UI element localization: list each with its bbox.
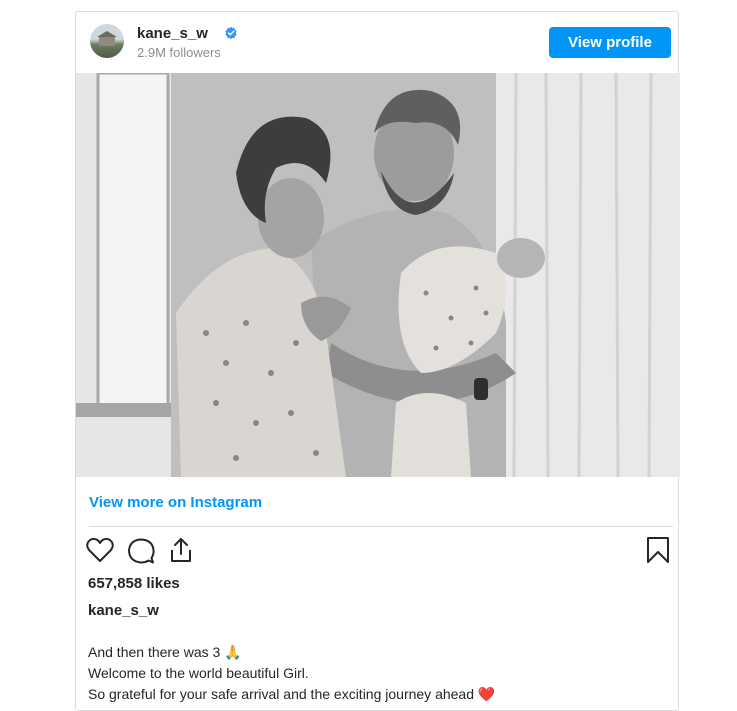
view-more-on-instagram-link[interactable]: View more on Instagram — [89, 494, 262, 511]
followers-count: 2.9M followers — [137, 45, 221, 60]
divider — [89, 526, 673, 527]
caption-line: And then there was 3 🙏 — [88, 644, 242, 660]
caption-line: Welcome to the world beautiful Girl. — [88, 665, 309, 681]
bookmark-icon[interactable] — [646, 536, 670, 564]
family-photo-image — [76, 73, 680, 477]
post-caption: And then there was 3 🙏 Welcome to the wo… — [88, 642, 495, 705]
post-header: kane_s_w 2.9M followers View profile — [76, 12, 680, 73]
instagram-embed-card: kane_s_w 2.9M followers View profile Vie… — [75, 11, 680, 711]
profile-avatar[interactable] — [90, 24, 124, 58]
heart-icon[interactable] — [86, 537, 114, 563]
likes-count[interactable]: 657,858 likes — [88, 575, 180, 592]
view-profile-button[interactable]: View profile — [549, 27, 671, 58]
avatar-photo-scene — [97, 31, 117, 46]
comment-icon[interactable] — [127, 537, 155, 565]
profile-username[interactable]: kane_s_w — [137, 25, 208, 42]
verified-badge-icon — [225, 26, 237, 40]
post-photo[interactable] — [76, 73, 680, 477]
share-icon[interactable] — [167, 536, 195, 564]
caption-username[interactable]: kane_s_w — [88, 602, 159, 619]
